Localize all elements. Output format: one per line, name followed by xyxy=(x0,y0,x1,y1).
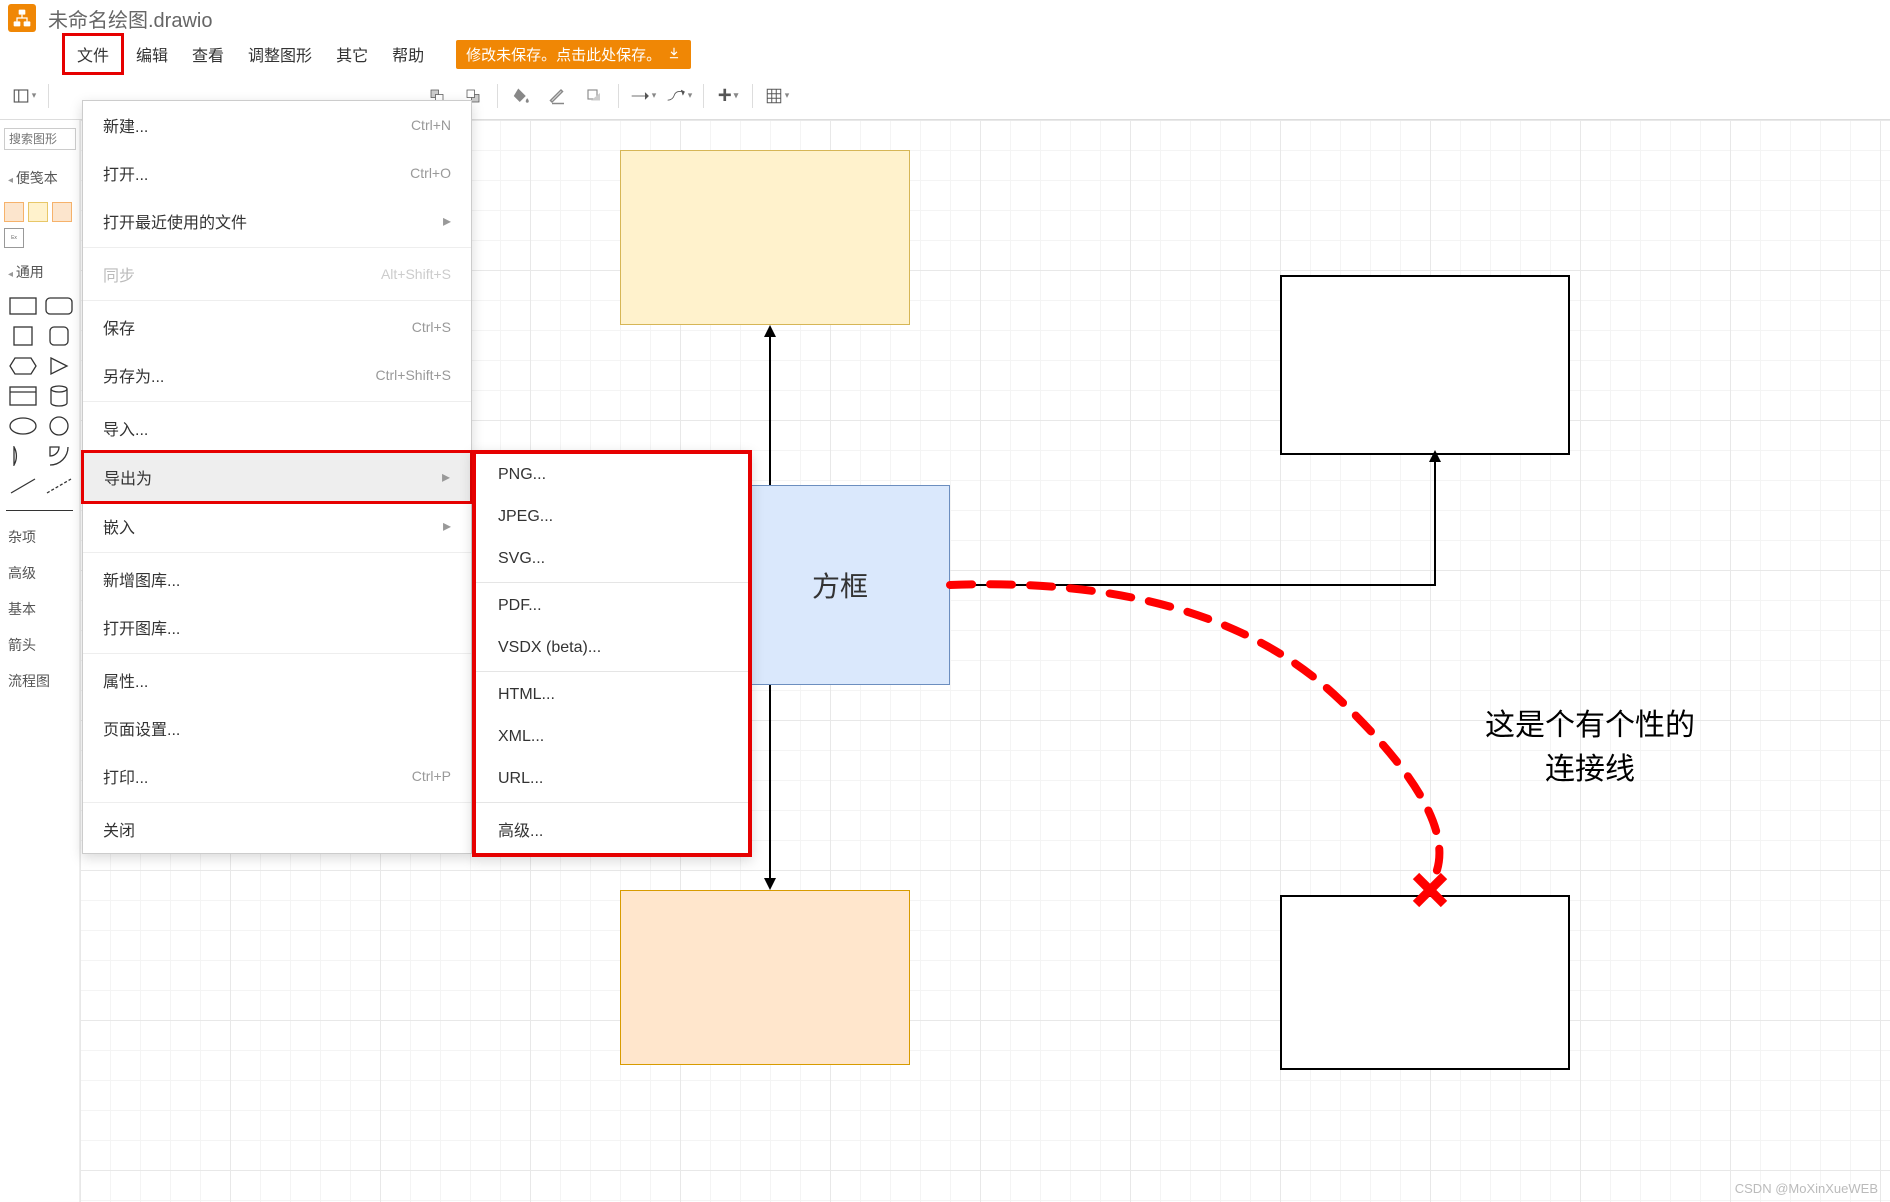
arrow-down[interactable] xyxy=(760,685,780,890)
menu-arrange[interactable]: 调整图形 xyxy=(236,36,324,72)
export-jpeg[interactable]: JPEG... xyxy=(476,496,748,538)
shape-hexagon-icon[interactable] xyxy=(8,354,38,378)
sidebar-section-scratchpad[interactable]: 便笺本 xyxy=(4,160,75,196)
submenu-arrow-icon: ▸ xyxy=(442,467,450,487)
table-button[interactable] xyxy=(761,80,793,112)
document-title[interactable]: 未命名绘图.drawio xyxy=(48,4,212,33)
export-html[interactable]: HTML... xyxy=(476,674,748,716)
scratchpad-palette xyxy=(4,202,75,222)
menu-extras[interactable]: 其它 xyxy=(324,36,380,72)
file-menu-sync: 同步Alt+Shift+S xyxy=(83,250,471,298)
file-menu-page-setup[interactable]: 页面设置... xyxy=(83,704,471,752)
example-thumb-icon[interactable]: Ex xyxy=(4,228,24,248)
file-menu-save[interactable]: 保存Ctrl+S xyxy=(83,303,471,351)
shape-circle-icon[interactable] xyxy=(44,414,74,438)
unsaved-changes-banner[interactable]: 修改未保存。点击此处保存。 xyxy=(456,40,691,69)
submenu-arrow-icon: ▸ xyxy=(443,516,451,536)
banner-text: 修改未保存。点击此处保存。 xyxy=(466,44,661,65)
export-png[interactable]: PNG... xyxy=(476,454,748,496)
menu-bar: 文件 编辑 查看 调整图形 其它 帮助 修改未保存。点击此处保存。 xyxy=(0,36,1890,72)
shape-roundsquare-icon[interactable] xyxy=(44,324,74,348)
sidebar-section-basic[interactable]: 基本 xyxy=(4,591,75,627)
canvas-shape-white-bottom[interactable] xyxy=(1280,895,1570,1070)
annotation-line-2: 连接线 xyxy=(1440,744,1740,788)
file-menu-open[interactable]: 打开...Ctrl+O xyxy=(83,149,471,197)
app-logo-icon xyxy=(8,4,36,32)
sidebar-section-flowchart[interactable]: 流程图 xyxy=(4,663,75,699)
shape-dashline-icon[interactable] xyxy=(44,474,74,498)
file-menu-new-library[interactable]: 新增图库... xyxy=(83,555,471,603)
export-advanced[interactable]: 高级... xyxy=(476,805,748,853)
download-icon xyxy=(667,46,681,63)
shadow-button[interactable] xyxy=(578,80,610,112)
export-svg[interactable]: SVG... xyxy=(476,538,748,580)
export-xml[interactable]: XML... xyxy=(476,716,748,758)
shape-line-icon[interactable] xyxy=(8,474,38,498)
file-menu-close[interactable]: 关闭 xyxy=(83,805,471,853)
export-submenu: PNG... JPEG... SVG... PDF... VSDX (beta)… xyxy=(472,450,752,857)
file-menu-print[interactable]: 打印...Ctrl+P xyxy=(83,752,471,800)
file-menu-export-as[interactable]: 导出为▸ xyxy=(84,453,470,501)
shape-rect-icon[interactable] xyxy=(8,294,38,318)
export-pdf[interactable]: PDF... xyxy=(476,585,748,627)
insert-button[interactable]: + xyxy=(712,80,744,112)
annotation-line-1: 这是个有个性的 xyxy=(1440,700,1740,744)
menu-help[interactable]: 帮助 xyxy=(380,36,436,72)
shape-cylinder-icon[interactable] xyxy=(44,384,74,408)
file-menu-open-recent[interactable]: 打开最近使用的文件▸ xyxy=(83,197,471,245)
menu-file[interactable]: 文件 xyxy=(62,33,124,75)
arrow-up[interactable] xyxy=(760,325,780,485)
submenu-arrow-icon: ▸ xyxy=(443,211,451,231)
sidebar-section-advanced[interactable]: 高级 xyxy=(4,555,75,591)
shape-square-icon[interactable] xyxy=(8,324,38,348)
left-sidebar: 便笺本 Ex 通用 杂项 高级 基本 箭头 流程图 xyxy=(0,120,80,1202)
search-shapes-input[interactable] xyxy=(4,128,76,150)
palette-swatch-icon[interactable] xyxy=(28,202,48,222)
waypoint-button[interactable] xyxy=(663,80,695,112)
file-menu-embed[interactable]: 嵌入▸ xyxy=(83,502,471,550)
shape-label: 方框 xyxy=(812,565,868,605)
line-color-button[interactable] xyxy=(542,80,574,112)
palette-swatch-icon[interactable] xyxy=(52,202,72,222)
file-menu-dropdown: 新建...Ctrl+N 打开...Ctrl+O 打开最近使用的文件▸ 同步Alt… xyxy=(82,100,472,854)
menu-edit[interactable]: 编辑 xyxy=(124,36,180,72)
file-menu-new[interactable]: 新建...Ctrl+N xyxy=(83,101,471,149)
menu-view[interactable]: 查看 xyxy=(180,36,236,72)
connection-button[interactable] xyxy=(627,80,659,112)
file-menu-import[interactable]: 导入... xyxy=(83,404,471,452)
file-menu-properties[interactable]: 属性... xyxy=(83,656,471,704)
file-menu-open-library[interactable]: 打开图库... xyxy=(83,603,471,651)
title-bar: 未命名绘图.drawio xyxy=(0,0,1890,36)
canvas-shape-yellow[interactable] xyxy=(620,150,910,325)
sidebar-toggle-button[interactable] xyxy=(8,80,40,112)
file-menu-save-as[interactable]: 另存为...Ctrl+Shift+S xyxy=(83,351,471,399)
shape-palette xyxy=(4,290,75,502)
shape-ellipse-icon[interactable] xyxy=(8,414,38,438)
sidebar-section-general[interactable]: 通用 xyxy=(4,254,75,290)
shape-halfcircle-icon[interactable] xyxy=(8,444,38,468)
palette-swatch-icon[interactable] xyxy=(4,202,24,222)
shape-quartercircle-icon[interactable] xyxy=(44,444,74,468)
canvas-shape-white-top[interactable] xyxy=(1280,275,1570,455)
shape-container-icon[interactable] xyxy=(8,384,38,408)
canvas-shape-orange[interactable] xyxy=(620,890,910,1065)
shape-triangle-icon[interactable] xyxy=(44,354,74,378)
sidebar-section-arrow[interactable]: 箭头 xyxy=(4,627,75,663)
shape-roundrect-icon[interactable] xyxy=(44,294,74,318)
dashed-curve-connector[interactable] xyxy=(950,570,1460,910)
canvas-shape-blue[interactable]: 方框 xyxy=(730,485,950,685)
sidebar-section-misc[interactable]: 杂项 xyxy=(4,519,75,555)
export-vsdx[interactable]: VSDX (beta)... xyxy=(476,627,748,669)
export-url[interactable]: URL... xyxy=(476,758,748,800)
watermark-text: CSDN @MoXinXueWEB xyxy=(1735,1181,1878,1196)
canvas-annotation: 这是个有个性的 连接线 xyxy=(1440,700,1740,788)
fill-color-button[interactable] xyxy=(506,80,538,112)
